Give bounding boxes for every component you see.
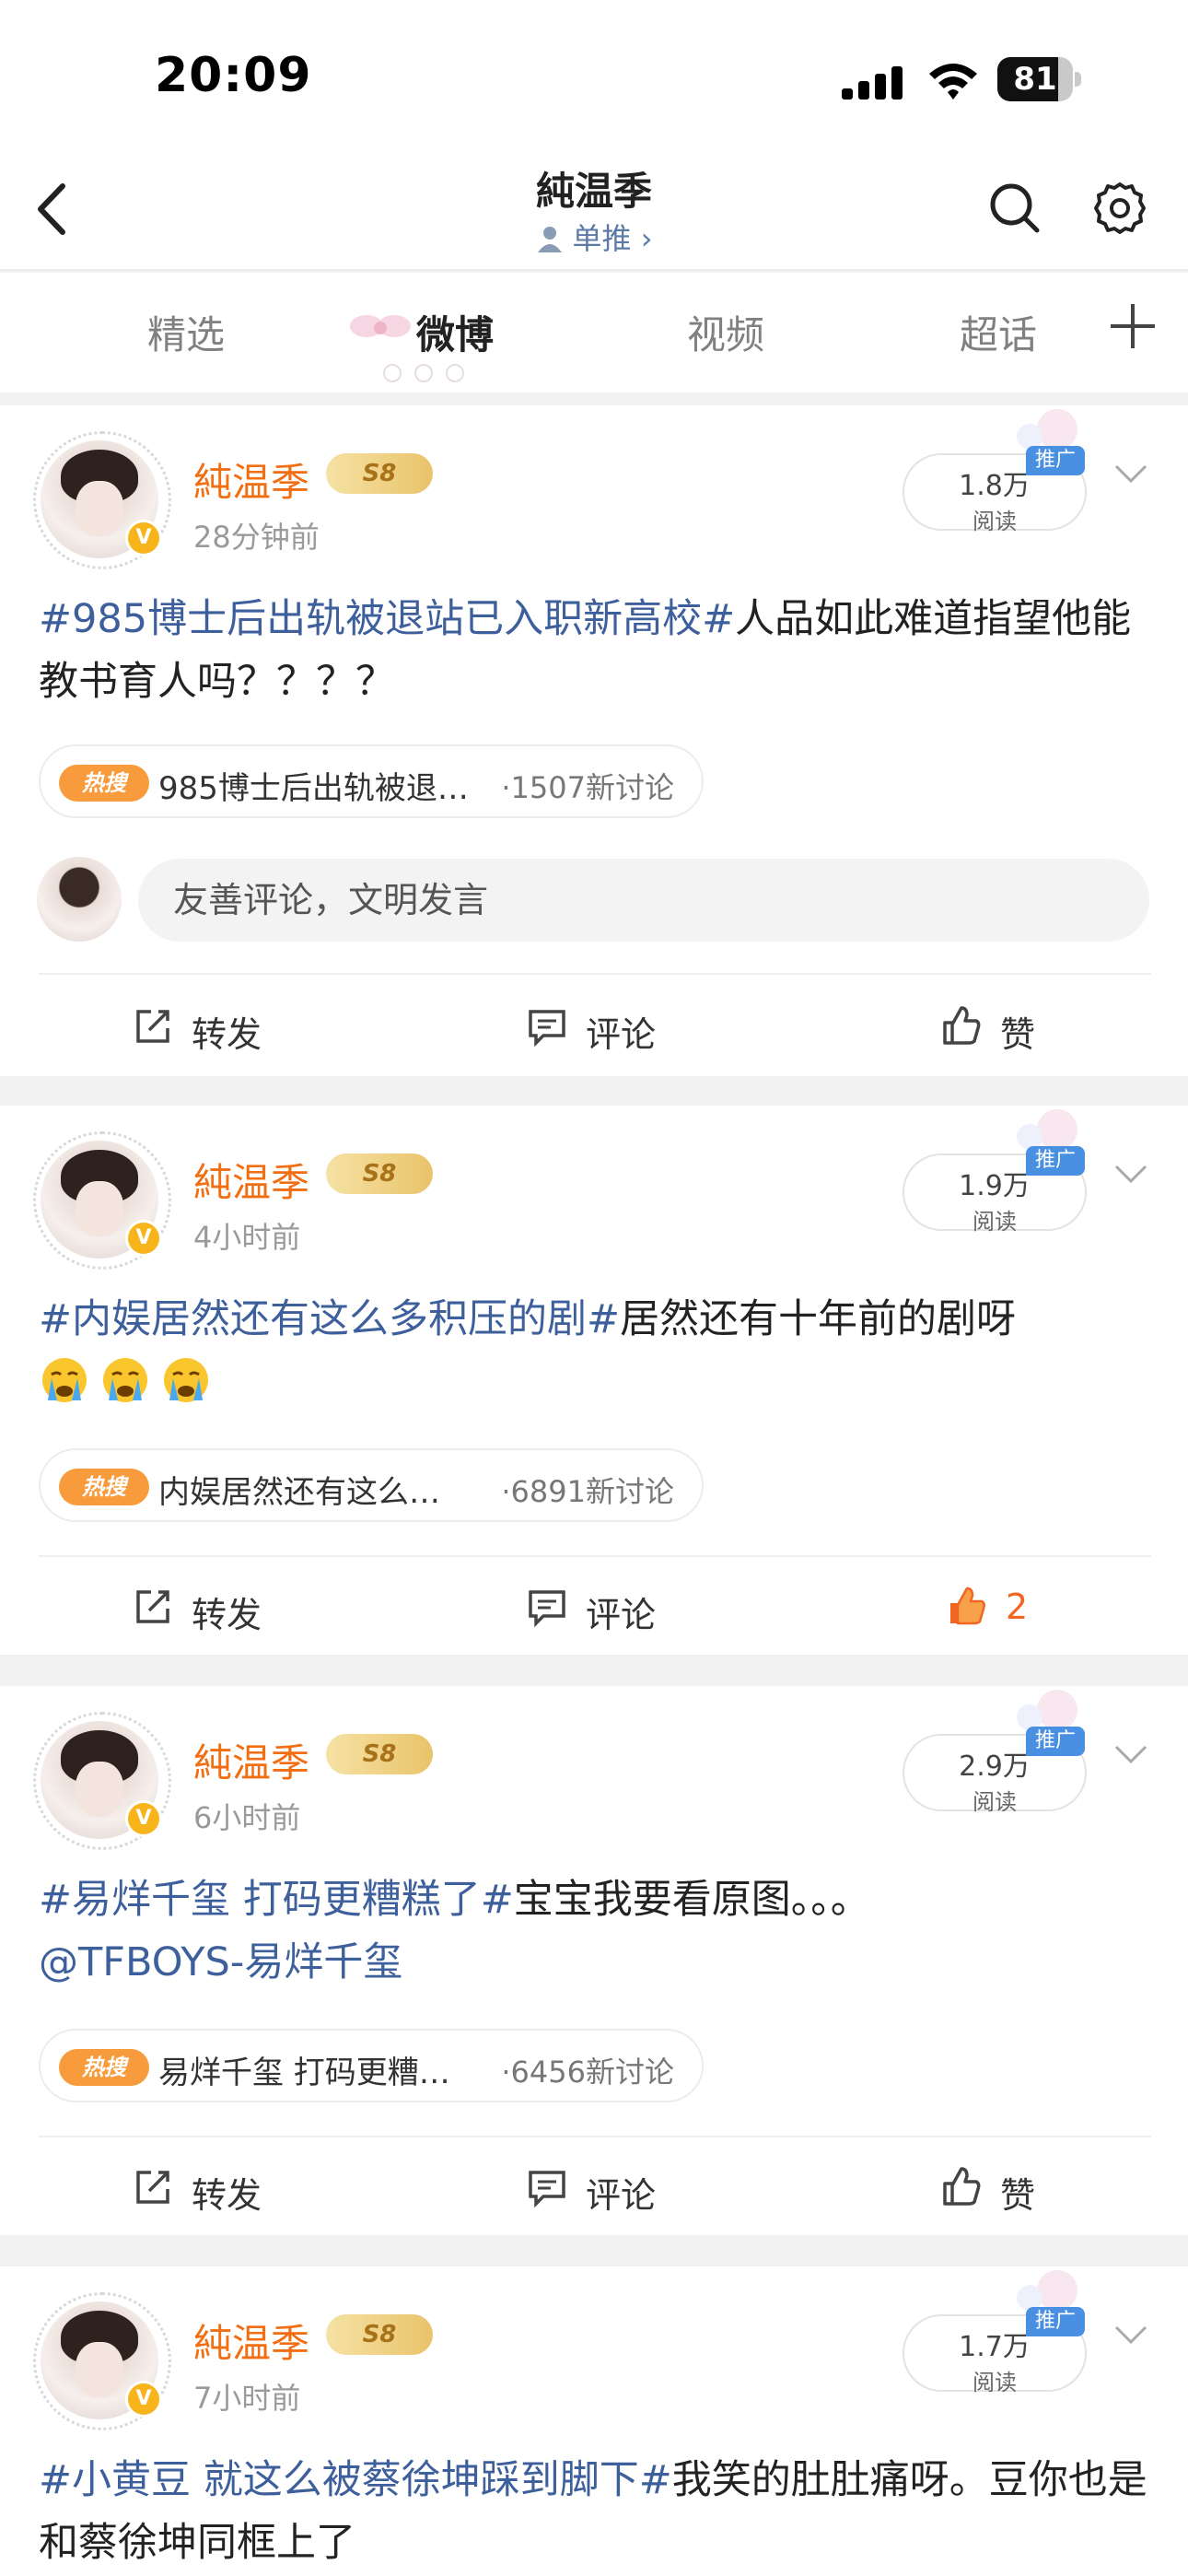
- topic-link[interactable]: #内娱居然还有这么多积压的剧#: [39, 1296, 620, 1342]
- verified-badge-icon: V: [125, 1220, 162, 1257]
- avatar[interactable]: V: [33, 431, 171, 569]
- like-icon: [943, 2167, 981, 2206]
- hot-search-count: ·6891新讨论: [501, 1474, 674, 1509]
- like-icon: [943, 1006, 981, 1045]
- post-card: V 純温季 S8 28分钟前 1.8万 阅读 推广 #985博士后出轨被退站已入…: [0, 405, 1188, 1076]
- comment-icon: [529, 1590, 565, 1628]
- promoted-badge: 推广: [1026, 446, 1085, 475]
- post-time: 7小时前: [193, 2381, 301, 2416]
- post-text: #小黄豆 就这么被蔡徐坤踩到脚下#我笑的肚肚痛呀。豆你也是和蔡徐坤同框上了: [39, 2457, 1147, 2566]
- verified-badge-icon: V: [125, 1800, 162, 1837]
- cry-emoji-icon: [42, 1358, 87, 1402]
- like-count: 2: [1006, 1587, 1029, 1627]
- repost-icon: [136, 1010, 169, 1043]
- hot-search-chip[interactable]: 热搜 内娱居然还有这么… ·6891新讨论: [39, 1448, 704, 1522]
- search-icon[interactable]: [985, 179, 1044, 238]
- level-badge: S8: [326, 1153, 433, 1194]
- post-time: 6小时前: [193, 1800, 301, 1835]
- username[interactable]: 純温季: [193, 451, 309, 508]
- post-text: #内娱居然还有这么多积压的剧#居然还有十年前的剧呀: [39, 1288, 1153, 1413]
- tab-super-topic[interactable]: 超话: [960, 304, 1037, 360]
- post-card: V 純温季 S8 4小时前 1.9万 阅读 推广 #内娱居然还有这么多积压的剧#…: [0, 1106, 1188, 1655]
- nav-bar: 純温季 单推 ›: [0, 157, 1188, 271]
- topic-link[interactable]: #小黄豆 就这么被蔡徐坤踩到脚下#: [39, 2457, 672, 2503]
- avatar[interactable]: V: [33, 1712, 171, 1850]
- promoted-badge: 推广: [1026, 1727, 1085, 1756]
- chevron-down-icon[interactable]: [1112, 463, 1149, 486]
- level-badge: S8: [326, 453, 433, 494]
- hot-search-title: 985博士后出轨被退…: [158, 770, 469, 807]
- tab-featured[interactable]: 精选: [147, 304, 225, 360]
- hot-search-title: 易烊千玺 打码更糟…: [158, 2055, 450, 2091]
- avatar[interactable]: V: [33, 2292, 171, 2430]
- hot-search-badge: 热搜: [59, 765, 149, 802]
- avatar[interactable]: V: [33, 1131, 171, 1270]
- repost-icon: [136, 1590, 169, 1623]
- bow-decoration-icon: [350, 315, 411, 337]
- username[interactable]: 純温季: [193, 1732, 309, 1788]
- chevron-right-icon: ›: [631, 221, 653, 256]
- status-bar: 20:09 81: [0, 0, 1188, 157]
- wifi-icon: [929, 64, 977, 100]
- level-badge: S8: [326, 2314, 433, 2355]
- like-icon-active: [950, 1587, 985, 1625]
- cry-emoji-icon: [103, 1358, 147, 1402]
- post-time: 4小时前: [193, 1220, 301, 1255]
- post-text: #985博士后出轨被退站已入职新高校#人品如此难道指望他能教书育人吗？？？？: [39, 596, 1132, 705]
- verified-badge-icon: V: [125, 520, 162, 556]
- chevron-down-icon[interactable]: [1112, 1743, 1149, 1767]
- repost-icon: [136, 2171, 169, 2204]
- topic-link[interactable]: #985博士后出轨被退站已入职新高校#: [39, 596, 735, 642]
- hot-search-chip[interactable]: 热搜 985博士后出轨被退… ·1507新讨论: [39, 744, 704, 818]
- post-time: 28分钟前: [193, 520, 320, 555]
- battery-indicator: 81: [997, 57, 1082, 101]
- mention-link[interactable]: @TFBOYS-易烊千玺: [39, 1939, 402, 1985]
- plus-icon[interactable]: [1107, 300, 1159, 352]
- promoted-badge: 推广: [1026, 2307, 1085, 2336]
- cry-emoji-icon: [164, 1358, 208, 1402]
- promoted-badge: 推广: [1026, 1146, 1085, 1176]
- tab-weibo[interactable]: 微博: [416, 304, 494, 360]
- tab-bar: 精选 微博 视频 超话: [0, 273, 1188, 392]
- chevron-down-icon[interactable]: [1112, 1163, 1149, 1187]
- comment-icon: [529, 2171, 565, 2208]
- username[interactable]: 純温季: [193, 2313, 309, 2369]
- hot-search-title: 内娱居然还有这么…: [158, 1474, 440, 1511]
- hot-search-count: ·6456新讨论: [501, 2055, 674, 2090]
- hot-search-chip[interactable]: 热搜 易烊千玺 打码更糟… ·6456新讨论: [39, 2029, 704, 2102]
- verified-badge-icon: V: [125, 2381, 162, 2418]
- post-text: #易烊千玺 打码更糟糕了#宝宝我要看原图。。。 @TFBOYS-易烊千玺: [39, 1877, 870, 1985]
- level-badge: S8: [326, 1734, 433, 1774]
- person-icon: [537, 227, 562, 252]
- hot-search-count: ·1507新讨论: [501, 770, 674, 805]
- tab-video[interactable]: 视频: [687, 304, 764, 360]
- post-card: V 純温季 S8 7小时前 1.7万 阅读 推广 #小黄豆 就这么被蔡徐坤踩到脚…: [0, 2266, 1188, 2576]
- status-time: 20:09: [155, 48, 312, 103]
- post-card: V 純温季 S8 6小时前 2.9万 阅读 推广 #易烊千玺 打码更糟糕了#宝宝…: [0, 1686, 1188, 2235]
- hot-search-badge: 热搜: [59, 2049, 149, 2086]
- hot-search-badge: 热搜: [59, 1469, 149, 1505]
- comment-input[interactable]: 友善评论，文明发言: [138, 859, 1149, 942]
- chevron-down-icon[interactable]: [1112, 2324, 1149, 2348]
- commenter-avatar: [37, 857, 122, 942]
- tab-underline-decoration: [383, 364, 464, 382]
- single-push-label: 单推: [572, 221, 632, 256]
- gear-icon[interactable]: [1090, 179, 1149, 238]
- username[interactable]: 純温季: [193, 1152, 309, 1208]
- comment-icon: [529, 1010, 565, 1048]
- cellular-signal-icon: [842, 66, 903, 100]
- topic-link[interactable]: #易烊千玺 打码更糟糕了#: [39, 1877, 514, 1923]
- battery-percent: 81: [1013, 61, 1057, 98]
